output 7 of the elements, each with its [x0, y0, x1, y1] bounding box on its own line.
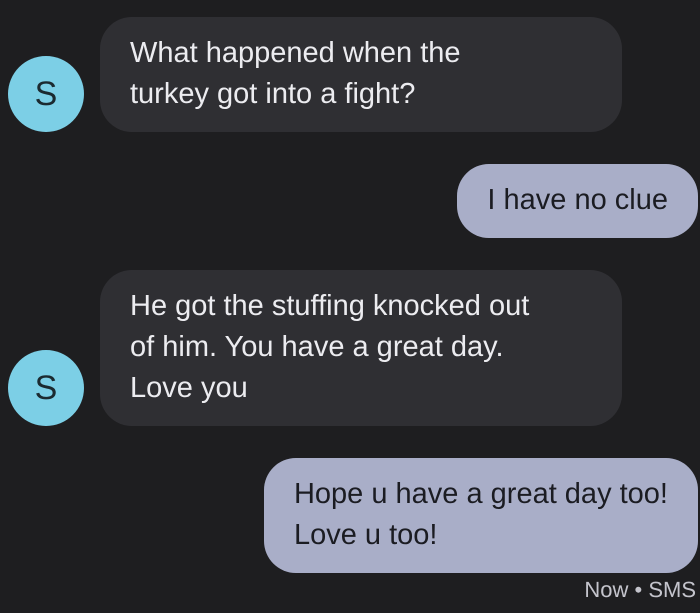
message-status: Now • SMS — [584, 577, 696, 603]
outgoing-message: Hope u have a great day too! Love u too! — [264, 458, 698, 573]
incoming-message: He got the stuffing knocked out of him. You have a great day. Love you — [100, 270, 622, 426]
contact-avatar[interactable]: S — [8, 56, 84, 132]
incoming-message: What happened when the turkey got into a fight? — [100, 17, 622, 132]
contact-avatar[interactable]: S — [8, 350, 84, 426]
outgoing-message: I have no clue — [457, 164, 698, 238]
